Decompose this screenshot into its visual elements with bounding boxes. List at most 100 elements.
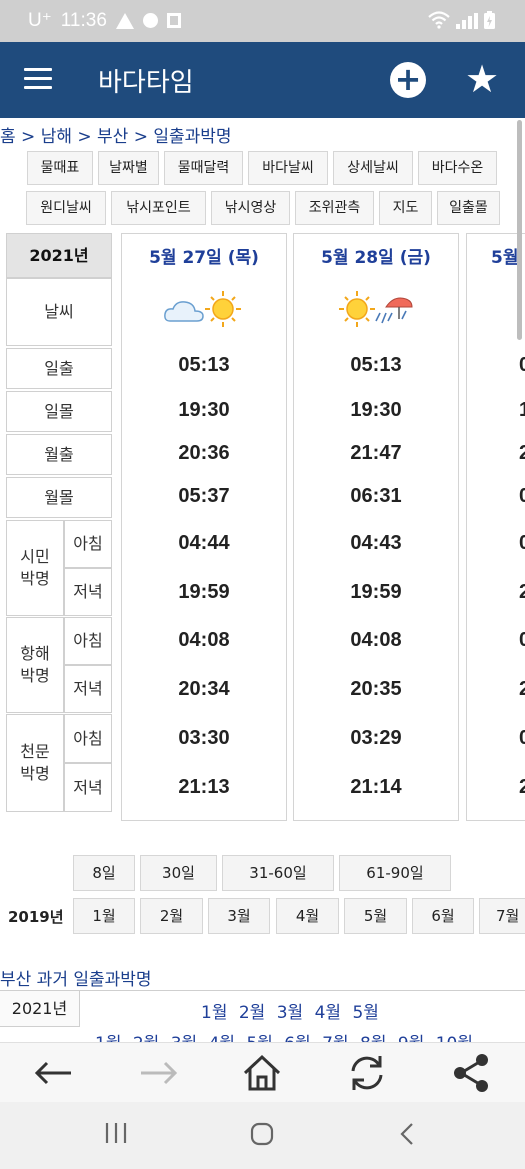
range-button-61-90d[interactable]: 61-90일 [339, 855, 451, 891]
sun-rain-icon [294, 289, 458, 329]
nautical-morning-time: 04:08 [178, 629, 230, 651]
nav-button-windy[interactable]: 원디날씨 [26, 191, 106, 225]
nav-button-sea-weather[interactable]: 바다날씨 [248, 151, 328, 185]
archive-table: 2021년 1월 2월 3월 4월 5월 1월 2월 3월 4월 5월 6월 7… [0, 990, 525, 1054]
moonrise-time: 21:47 [350, 442, 402, 464]
range-button-30d[interactable]: 30일 [140, 855, 217, 891]
archive-year: 2021년 [0, 991, 80, 1027]
system-nav-bar [0, 1102, 525, 1169]
table-year-header: 2021년 [6, 233, 112, 278]
add-icon[interactable]: + [390, 62, 426, 98]
back-chevron-icon[interactable] [398, 1122, 416, 1146]
cloud-sun-icon [122, 289, 286, 329]
range-button-8d[interactable]: 8일 [73, 855, 135, 891]
astronomical-morning-time: 0 [519, 727, 525, 749]
nav-button-tide-observation[interactable]: 조위관측 [295, 191, 374, 225]
row-label-astronomical-morning: 아침 [64, 714, 112, 763]
row-label-sunrise: 일출 [6, 348, 112, 389]
civil-evening-time: 2 [519, 581, 525, 603]
day-column-1: 5월 27일 (목) 05:13 19:30 20:36 05:37 04:44… [121, 233, 287, 821]
sunrise-time: 05:13 [178, 354, 230, 376]
astronomical-evening-time: 21:14 [350, 776, 402, 798]
sunrise-time: 05:13 [350, 354, 402, 376]
star-icon[interactable]: ★ [465, 57, 499, 101]
row-label-moonrise: 월출 [6, 434, 112, 475]
scrollbar[interactable] [517, 120, 522, 340]
warning-icon [115, 12, 134, 29]
month-button-7[interactable]: 7월 [479, 898, 525, 934]
nav-button-sunrise-sunset[interactable]: 일출몰 [437, 191, 500, 225]
recent-apps-icon[interactable] [104, 1122, 128, 1144]
status-right [428, 11, 495, 29]
day-date[interactable]: 5월 28일 (금) [294, 243, 458, 268]
clock: 11:36 [60, 9, 107, 31]
refresh-icon[interactable] [345, 1051, 389, 1095]
civil-morning-time: 04:44 [178, 532, 230, 554]
carrier-label: U⁺ [28, 10, 52, 31]
nav-button-fishing-video[interactable]: 낚시영상 [211, 191, 290, 225]
nautical-morning-time: 04:08 [350, 629, 402, 651]
status-left: U⁺ 11:36 [28, 9, 181, 32]
menu-icon[interactable] [24, 68, 52, 90]
history-year-label: 2019년 [8, 908, 64, 926]
range-button-31-60d[interactable]: 31-60일 [222, 855, 334, 891]
day-date[interactable]: 5월 27일 (목) [122, 243, 286, 268]
nautical-morning-time: 0 [519, 629, 525, 651]
civil-morning-time: 04:43 [350, 532, 402, 554]
nav-button-tide-calendar[interactable]: 물때달력 [164, 151, 243, 185]
civil-morning-time: 0 [519, 532, 525, 554]
civil-evening-time: 19:59 [350, 581, 402, 603]
row-label-civil-twilight: 시민 박명 [6, 520, 64, 616]
gear-icon [142, 13, 158, 28]
moonrise-time: 20:36 [178, 442, 230, 464]
moonset-time: 05:37 [178, 485, 230, 507]
row-label-nautical-morning: 아침 [64, 617, 112, 665]
wifi-icon [428, 11, 450, 29]
month-button-3[interactable]: 3월 [208, 898, 270, 934]
nautical-evening-time: 2 [519, 678, 525, 700]
row-label-nautical-twilight: 항해 박명 [6, 617, 64, 713]
astronomical-evening-time: 2 [519, 776, 525, 798]
app-title: 바다타임 [98, 68, 194, 98]
month-button-1[interactable]: 1월 [73, 898, 135, 934]
nav-button-by-date[interactable]: 날짜별 [98, 151, 159, 185]
month-button-6[interactable]: 6월 [412, 898, 474, 934]
nautical-evening-time: 20:35 [350, 678, 402, 700]
status-bar: U⁺ 11:36 [0, 0, 525, 42]
month-button-2[interactable]: 2월 [140, 898, 203, 934]
moonset-time: 06:31 [350, 485, 402, 507]
row-label-civil-morning: 아침 [64, 520, 112, 568]
civil-evening-time: 19:59 [178, 581, 230, 603]
sunset-time: 19:30 [178, 399, 230, 421]
sunrise-time: 0 [519, 354, 525, 376]
nav-button-map[interactable]: 지도 [379, 191, 432, 225]
month-button-5[interactable]: 5월 [344, 898, 407, 934]
archive-title: 부산 과거 일출과박명 [0, 970, 152, 990]
row-label-moonset: 월몰 [6, 477, 112, 518]
nav-button-detailed-weather[interactable]: 상세날씨 [333, 151, 413, 185]
nav-button-sea-temperature[interactable]: 바다수온 [418, 151, 497, 185]
home-circle-icon[interactable] [250, 1122, 274, 1146]
row-label-astronomical-evening: 저녁 [64, 763, 112, 812]
nautical-evening-time: 20:34 [178, 678, 230, 700]
row-label-civil-evening: 저녁 [64, 568, 112, 616]
row-label-sunset: 일몰 [6, 391, 112, 432]
share-icon[interactable] [449, 1051, 493, 1095]
day-column-2: 5월 28일 (금) 05:13 19:30 21:47 06:31 04:43 [293, 233, 459, 821]
nav-button-tide-table[interactable]: 물때표 [27, 151, 93, 185]
astronomical-morning-time: 03:29 [350, 727, 402, 749]
screenshot-icon [166, 13, 181, 28]
breadcrumb[interactable]: 홈 > 남해 > 부산 > 일출과박명 [0, 122, 232, 147]
moonrise-time: 2 [519, 442, 525, 464]
back-arrow-icon[interactable] [31, 1051, 75, 1095]
nav-button-fishing-point[interactable]: 낚시포인트 [111, 191, 206, 225]
archive-month-links[interactable]: 1월 2월 3월 4월 5월 [201, 998, 379, 1023]
home-icon[interactable] [240, 1051, 284, 1095]
astronomical-morning-time: 03:30 [178, 727, 230, 749]
forward-arrow-icon[interactable] [137, 1051, 181, 1095]
row-label-astronomical-twilight: 천문 박명 [6, 714, 64, 812]
month-button-4[interactable]: 4월 [276, 898, 339, 934]
sunset-time: 19:30 [350, 399, 402, 421]
row-label-weather: 날씨 [6, 278, 112, 346]
browser-toolbar [0, 1042, 525, 1102]
